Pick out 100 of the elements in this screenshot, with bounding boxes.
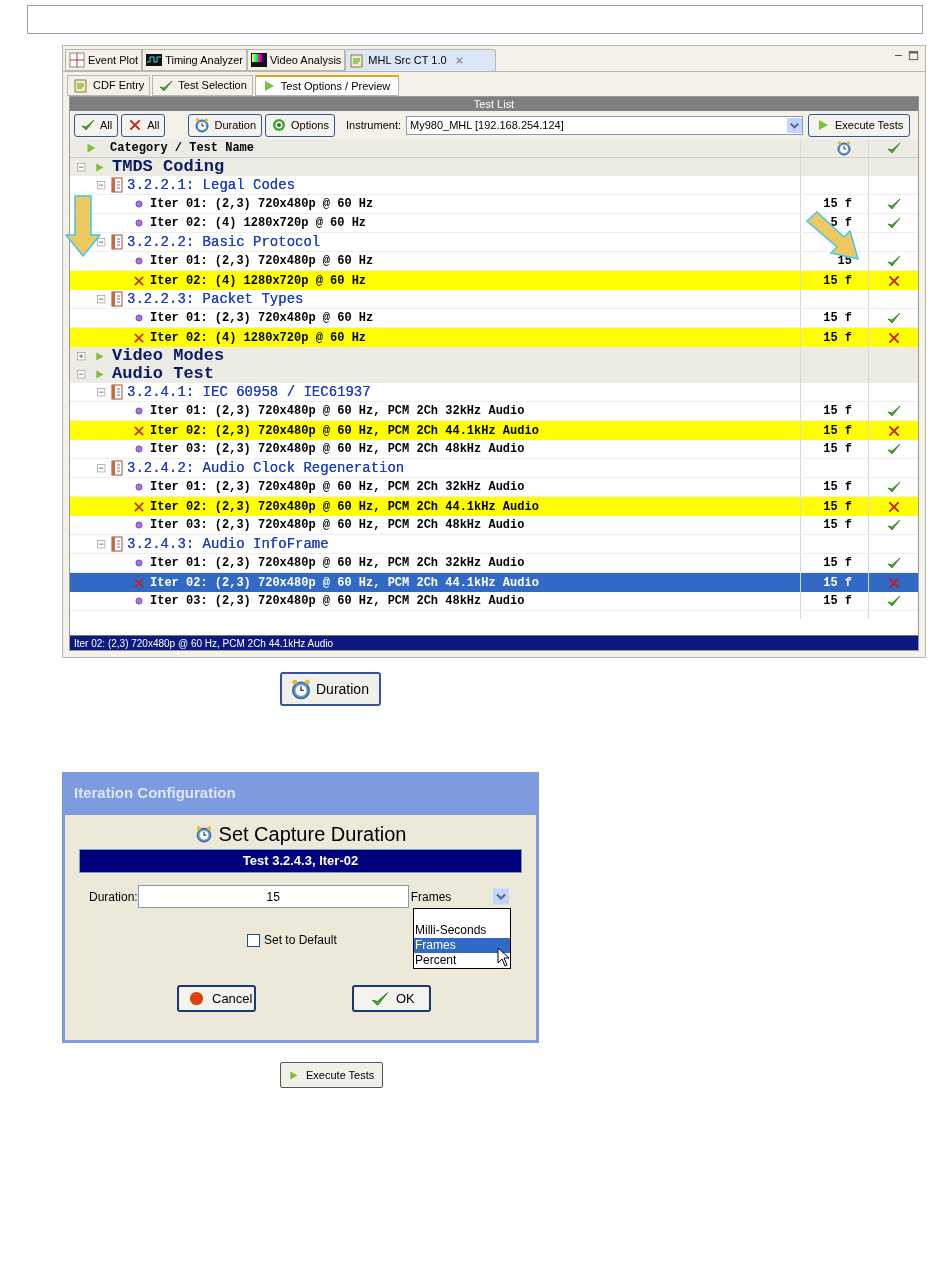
iteration-label: Iter 02: (2,3) 720x480p @ 60 Hz, PCM 2Ch 44.1kHz Audio	[150, 574, 539, 592]
iteration-label: Iter 03: (2,3) 720x480p @ 60 Hz, PCM 2Ch 48kHz Audio	[150, 593, 525, 610]
iteration-label: Iter 02: (4) 1280x720p @ 60 Hz	[150, 215, 367, 232]
editor-tab[interactable]: Event Plot	[65, 49, 143, 71]
collapse-icon[interactable]	[76, 368, 87, 380]
test-label[interactable]: 3.2.4.1: IEC 60958 / IEC61937	[127, 381, 371, 403]
duration-label: Duration:	[89, 888, 138, 906]
iteration-row[interactable]: Iter 03: (2,3) 720x480p @ 60 Hz, PCM 2Ch 48kHz Audio 15 f	[70, 440, 918, 459]
panel-title: Test List	[70, 97, 918, 111]
dialog-title: Iteration Configuration	[73, 783, 237, 804]
color-bars-icon	[251, 52, 267, 68]
unit-option[interactable]: Frames	[414, 938, 510, 953]
collapse-icon[interactable]	[96, 462, 107, 474]
toolbar-button[interactable]: All	[121, 113, 166, 137]
collapse-icon[interactable]	[76, 161, 87, 173]
unit-option[interactable]: Milli-Seconds	[414, 923, 510, 938]
iteration-row[interactable]: Iter 02: (4) 1280x720p @ 60 Hz 15 f	[70, 271, 918, 290]
iteration-label: Iter 01: (2,3) 720x480p @ 60 Hz, PCM 2Ch 32kHz Audio	[150, 403, 525, 420]
stop-icon	[189, 991, 204, 1006]
editor-tab[interactable]: MHL Src CT 1.0	[345, 49, 496, 71]
clock-icon	[194, 825, 213, 843]
iteration-label: Iter 03: (2,3) 720x480p @ 60 Hz, PCM 2Ch 48kHz Audio	[150, 517, 525, 534]
column-header[interactable]: Category / Test Name	[110, 139, 255, 157]
iteration-label: Iter 02: (2,3) 720x480p @ 60 Hz, PCM 2Ch 44.1kHz Audio	[150, 498, 539, 516]
subtitle-bar: Test 3.2.4.3, Iter-02	[79, 849, 522, 873]
expand-icon[interactable]	[76, 350, 87, 362]
iteration-label: Iter 02: (4) 1280x720p @ 60 Hz	[150, 329, 367, 347]
iteration-row[interactable]: Iter 02: (2,3) 720x480p @ 60 Hz, PCM 2Ch 44.1kHz Audio 15 f	[70, 421, 918, 440]
test-label[interactable]: 3.2.4.3: Audio InfoFrame	[127, 533, 329, 555]
duration-button[interactable]: Duration	[280, 672, 381, 706]
collapse-icon[interactable]	[96, 386, 107, 398]
clock-icon	[836, 140, 852, 156]
collapse-icon[interactable]	[96, 179, 107, 191]
test-label[interactable]: 3.2.4.2: Audio Clock Regeneration	[127, 457, 405, 479]
duration-text: 15 f	[823, 593, 852, 610]
tab[interactable]: Test Options / Preview	[254, 75, 400, 96]
execute-tests-button[interactable]: Execute Tests	[280, 1062, 383, 1088]
plot-icon	[69, 52, 85, 68]
toolbar-button[interactable]: Duration	[188, 113, 263, 137]
iteration-row[interactable]: Iter 01: (2,3) 720x480p @ 60 Hz, PCM 2Ch 32kHz Audio 15 f	[70, 554, 918, 573]
cancel-button[interactable]: Cancel	[177, 985, 256, 1012]
tab[interactable]: Test Selection	[152, 75, 253, 96]
duration-text: 15 f	[823, 272, 852, 290]
duration-field[interactable]: 15	[137, 885, 409, 908]
editor-tab[interactable]: Timing Analyzer	[142, 49, 247, 71]
iteration-row[interactable]: Iter 02: (4) 1280x720p @ 60 Hz 15 f	[70, 328, 918, 347]
duration-text: 15 f	[823, 422, 852, 440]
test-label[interactable]: 3.2.2.2: Basic Protocol	[127, 231, 321, 253]
duration-text: 15 f	[823, 517, 852, 534]
test-label[interactable]: 3.2.2.1: Legal Codes	[127, 174, 296, 196]
iteration-row[interactable]: Iter 01: (2,3) 720x480p @ 60 Hz, PCM 2Ch 32kHz Audio 15 f	[70, 478, 918, 497]
target-icon	[271, 117, 288, 133]
iteration-label: Iter 01: (2,3) 720x480p @ 60 Hz	[150, 310, 374, 327]
collapse-icon[interactable]	[96, 236, 107, 248]
clock-icon	[290, 678, 312, 700]
duration-text: 15 f	[823, 574, 852, 592]
document-icon	[73, 77, 89, 94]
iteration-row[interactable]: Iter 03: (2,3) 720x480p @ 60 Hz, PCM 2Ch 48kHz Audio 15 f	[70, 516, 918, 535]
tab[interactable]: CDF Entry	[67, 75, 151, 96]
iteration-label: Iter 01: (2,3) 720x480p @ 60 Hz, PCM 2Ch 32kHz Audio	[150, 479, 525, 496]
status-bar: Iter 02: (2,3) 720x480p @ 60 Hz, PCM 2Ch 44.1kHz Audio	[70, 635, 918, 650]
collapse-icon[interactable]	[96, 538, 107, 550]
category-label[interactable]: TMDS Coding	[112, 158, 225, 176]
toolbar-button[interactable]: Execute Tests	[808, 113, 911, 137]
duration-text: 15 f	[823, 555, 852, 572]
dialog-heading: Set Capture Duration	[218, 822, 407, 847]
iteration-row[interactable]: Iter 02: (2,3) 720x480p @ 60 Hz, PCM 2Ch 44.1kHz Audio 15 f	[70, 497, 918, 516]
ok-button[interactable]: OK	[352, 985, 431, 1012]
unit-dropdown[interactable]: Frames	[408, 885, 509, 908]
duration-text: 15 f	[823, 479, 852, 496]
iteration-label: Iter 01: (2,3) 720x480p @ 60 Hz	[150, 196, 374, 213]
iteration-row[interactable]: Iter 03: (2,3) 720x480p @ 60 Hz, PCM 2Ch 48kHz Audio 15 f	[70, 592, 918, 611]
duration-text: 15 f	[823, 310, 852, 327]
iteration-label: Iter 03: (2,3) 720x480p @ 60 Hz, PCM 2Ch 48kHz Audio	[150, 441, 525, 458]
editor-tab[interactable]: Video Analysis	[247, 49, 346, 71]
duration-text: 15 f	[823, 498, 852, 516]
default-checkbox[interactable]: Set to Default	[247, 932, 337, 948]
iteration-row[interactable]: Iter 02: (2,3) 720x480p @ 60 Hz, PCM 2Ch 44.1kHz Audio 15 f	[70, 573, 918, 592]
iteration-row[interactable]: Iter 01: (2,3) 720x480p @ 60 Hz 15 f	[70, 195, 918, 214]
iteration-label: Iter 01: (2,3) 720x480p @ 60 Hz, PCM 2Ch 32kHz Audio	[150, 555, 525, 572]
iteration-label: Iter 02: (4) 1280x720p @ 60 Hz	[150, 272, 367, 290]
collapse-icon[interactable]	[96, 293, 107, 305]
test-label[interactable]: 3.2.2.3: Packet Types	[127, 288, 304, 310]
duration-text: 15 f	[823, 329, 852, 347]
iteration-row[interactable]: Iter 01: (2,3) 720x480p @ 60 Hz 15 f	[70, 309, 918, 328]
toolbar-button[interactable]: Options	[265, 113, 335, 137]
maximize-icon	[908, 50, 919, 61]
iteration-label: Iter 02: (2,3) 720x480p @ 60 Hz, PCM 2Ch 44.1kHz Audio	[150, 422, 539, 440]
toolbar-button[interactable]: All	[74, 113, 119, 137]
instrument-dropdown[interactable]: My980_MHL [192.168.254.124]	[406, 115, 803, 135]
iteration-row[interactable]: Iter 02: (4) 1280x720p @ 60 Hz 5 f	[70, 214, 918, 233]
category-label[interactable]: Audio Test	[112, 365, 215, 383]
clock-icon	[194, 117, 211, 133]
down-arrow-drawing	[65, 195, 101, 257]
instrument-label: Instrument:	[345, 117, 401, 133]
duration-text: 15 f	[823, 196, 852, 213]
category-label[interactable]: Video Modes	[112, 347, 225, 365]
waveform-icon	[146, 52, 163, 68]
check-icon	[80, 117, 96, 133]
iteration-row[interactable]: Iter 01: (2,3) 720x480p @ 60 Hz, PCM 2Ch 32kHz Audio 15 f	[70, 402, 918, 421]
